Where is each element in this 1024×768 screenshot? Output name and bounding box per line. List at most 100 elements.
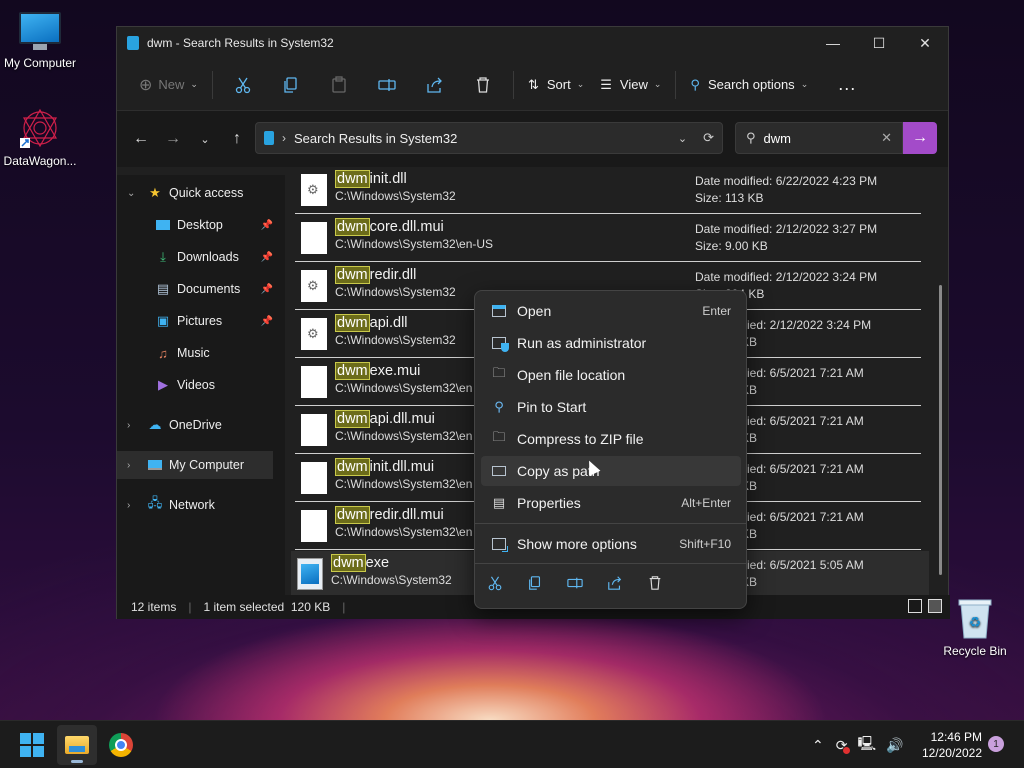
chevron-right-icon[interactable]: › — [127, 500, 130, 511]
taskbar-chrome[interactable] — [101, 725, 141, 765]
menu-item-open[interactable]: Open Enter — [481, 296, 741, 326]
cut-button[interactable] — [229, 71, 257, 99]
notification-badge[interactable]: 1 — [988, 736, 1004, 752]
search-input[interactable] — [763, 130, 882, 146]
vertical-scrollbar[interactable] — [939, 285, 942, 575]
forward-button[interactable]: → — [157, 130, 189, 148]
maximize-button[interactable]: ☐ — [856, 27, 902, 59]
refresh-icon[interactable]: ⟳ — [703, 130, 714, 146]
folder-icon — [264, 131, 274, 145]
file-name: dwm api.dll — [335, 314, 456, 332]
up-button[interactable]: ↑ — [221, 130, 253, 148]
show-hidden-icons-chevron-icon[interactable]: ⌃ — [812, 737, 824, 754]
chevron-right-icon[interactable]: › — [127, 420, 130, 431]
file-path: C:\Windows\System32 — [335, 285, 456, 299]
details-view-icon[interactable] — [908, 599, 922, 613]
clear-search-icon[interactable]: ✕ — [881, 130, 892, 146]
minimize-button[interactable]: — — [810, 27, 856, 59]
system-clock[interactable]: 12:46 PM 12/20/2022 — [918, 729, 982, 761]
file-icon — [301, 462, 327, 494]
rename-button[interactable] — [565, 573, 585, 593]
menu-item-show-more-options[interactable]: Show more options Shift+F10 — [481, 529, 741, 559]
file-size: KB — [741, 335, 758, 349]
desktop-icon — [155, 217, 171, 233]
sidebar-item-my-computer[interactable]: › My Computer — [117, 451, 273, 479]
chevron-down-icon[interactable]: ⌄ — [127, 188, 135, 199]
file-date-modified: Date modified: 2/12/2022 3:27 PM — [695, 222, 878, 236]
paste-button[interactable] — [325, 71, 353, 99]
menu-item-open-file-location[interactable]: 🗀 Open file location — [481, 360, 741, 390]
taskbar-file-explorer[interactable] — [57, 725, 97, 765]
plus-icon: ⊕ — [139, 76, 153, 94]
chevron-right-icon[interactable]: › — [127, 460, 130, 471]
sidebar-item-downloads[interactable]: ⤓ Downloads 📌 — [117, 243, 273, 271]
sidebar-item-music[interactable]: ♫ Music — [117, 339, 273, 367]
desktop-icon-my-computer[interactable]: My Computer — [0, 12, 80, 70]
network-icon[interactable]: 🖳 — [857, 733, 876, 757]
menu-item-pin-to-start[interactable]: ⚲ Pin to Start — [481, 392, 741, 422]
more-options-button[interactable]: ... — [830, 69, 864, 101]
sidebar-item-pictures[interactable]: ▣ Pictures 📌 — [117, 307, 273, 335]
file-size: KB — [741, 383, 758, 397]
rename-button[interactable] — [373, 71, 401, 99]
file-icon — [301, 366, 327, 398]
menu-item-run-as-admin[interactable]: Run as administrator — [481, 328, 741, 358]
update-status-icon[interactable]: ⟳ — [836, 737, 851, 754]
copy-button[interactable] — [525, 573, 545, 593]
pin-icon[interactable]: 📌 — [261, 252, 273, 263]
sidebar-item-label: My Computer — [169, 458, 245, 472]
delete-button[interactable] — [645, 573, 665, 593]
sort-button[interactable]: ⇅ Sort ⌄ — [520, 69, 592, 101]
delete-button[interactable] — [469, 71, 497, 99]
file-size: Size: 9.00 KB — [695, 239, 768, 253]
pin-icon[interactable]: 📌 — [261, 316, 273, 327]
search-match-highlight: dwm — [335, 218, 370, 236]
tiles-view-icon[interactable] — [928, 599, 942, 613]
navigation-pane: ⌄ ★ Quick access Desktop 📌 ⤓ Downloads 📌… — [117, 175, 285, 595]
sidebar-item-videos[interactable]: ▶ Videos — [117, 371, 273, 399]
search-box[interactable]: ⚲ ✕ — [735, 122, 903, 154]
view-button[interactable]: ☰ View ⌄ — [592, 69, 669, 101]
recent-locations-button[interactable]: ⌄ — [189, 133, 221, 146]
cut-button[interactable] — [485, 573, 505, 593]
arrow-right-icon: → — [912, 129, 928, 146]
exe-file-icon — [297, 558, 323, 590]
pin-icon[interactable]: 📌 — [261, 220, 273, 231]
address-history-dropdown[interactable]: ⌄ — [678, 132, 687, 145]
sidebar-item-network[interactable]: › 🖧 Network — [117, 491, 273, 519]
menu-item-copy-as-path[interactable]: Copy as path — [481, 456, 741, 486]
volume-icon[interactable]: 🔊 — [886, 737, 903, 754]
search-options-button[interactable]: ⚲ Search options ⌄ — [682, 69, 816, 101]
trash-icon — [649, 576, 661, 590]
menu-item-properties[interactable]: ▤ Properties Alt+Enter — [481, 488, 741, 518]
new-button[interactable]: ⊕ New ⌄ — [131, 69, 206, 101]
file-row[interactable]: dwminit.dllC:\Windows\System32 Date modi… — [295, 167, 921, 214]
sidebar-item-label: Videos — [177, 378, 215, 392]
sidebar-item-onedrive[interactable]: › ☁ OneDrive — [117, 411, 273, 439]
file-row[interactable]: dwm core.dll.mui C:\Windows\System32\en-US… — [295, 215, 921, 262]
file-path: C:\Windows\System32\en — [335, 477, 473, 491]
file-date-modified: ified: 6/5/2021 5:05 AM — [741, 558, 864, 572]
picture-icon: ▣ — [156, 313, 170, 328]
menu-item-compress-zip[interactable]: 🗀 Compress to ZIP file — [481, 424, 741, 454]
sidebar-item-documents[interactable]: ▤ Documents 📌 — [117, 275, 273, 303]
file-name-rest: api.dll.mui — [369, 411, 435, 427]
start-button[interactable] — [12, 725, 52, 765]
menu-item-label: Properties — [517, 495, 581, 511]
share-button[interactable] — [605, 573, 625, 593]
copy-button[interactable] — [277, 71, 305, 99]
download-icon: ⤓ — [160, 249, 166, 264]
close-button[interactable]: ✕ — [902, 27, 948, 59]
file-size: KB — [741, 431, 758, 445]
sidebar-item-desktop[interactable]: Desktop 📌 — [117, 211, 273, 239]
pin-icon[interactable]: 📌 — [261, 284, 273, 295]
search-go-button[interactable]: → — [903, 122, 937, 154]
address-bar[interactable]: › Search Results in System32 ⌄ ⟳ — [255, 122, 723, 154]
sidebar-item-quick-access[interactable]: ⌄ ★ Quick access — [117, 179, 273, 207]
back-button[interactable]: ← — [125, 130, 157, 148]
title-bar[interactable]: dwm - Search Results in System32 — ☐ ✕ — [117, 27, 948, 59]
file-path: C:\Windows\System32\en — [335, 525, 473, 539]
share-button[interactable] — [421, 71, 449, 99]
desktop-icon-datawagon[interactable]: DataWagon... — [0, 106, 80, 168]
file-name-rest: redir.dll.mui — [369, 507, 444, 523]
